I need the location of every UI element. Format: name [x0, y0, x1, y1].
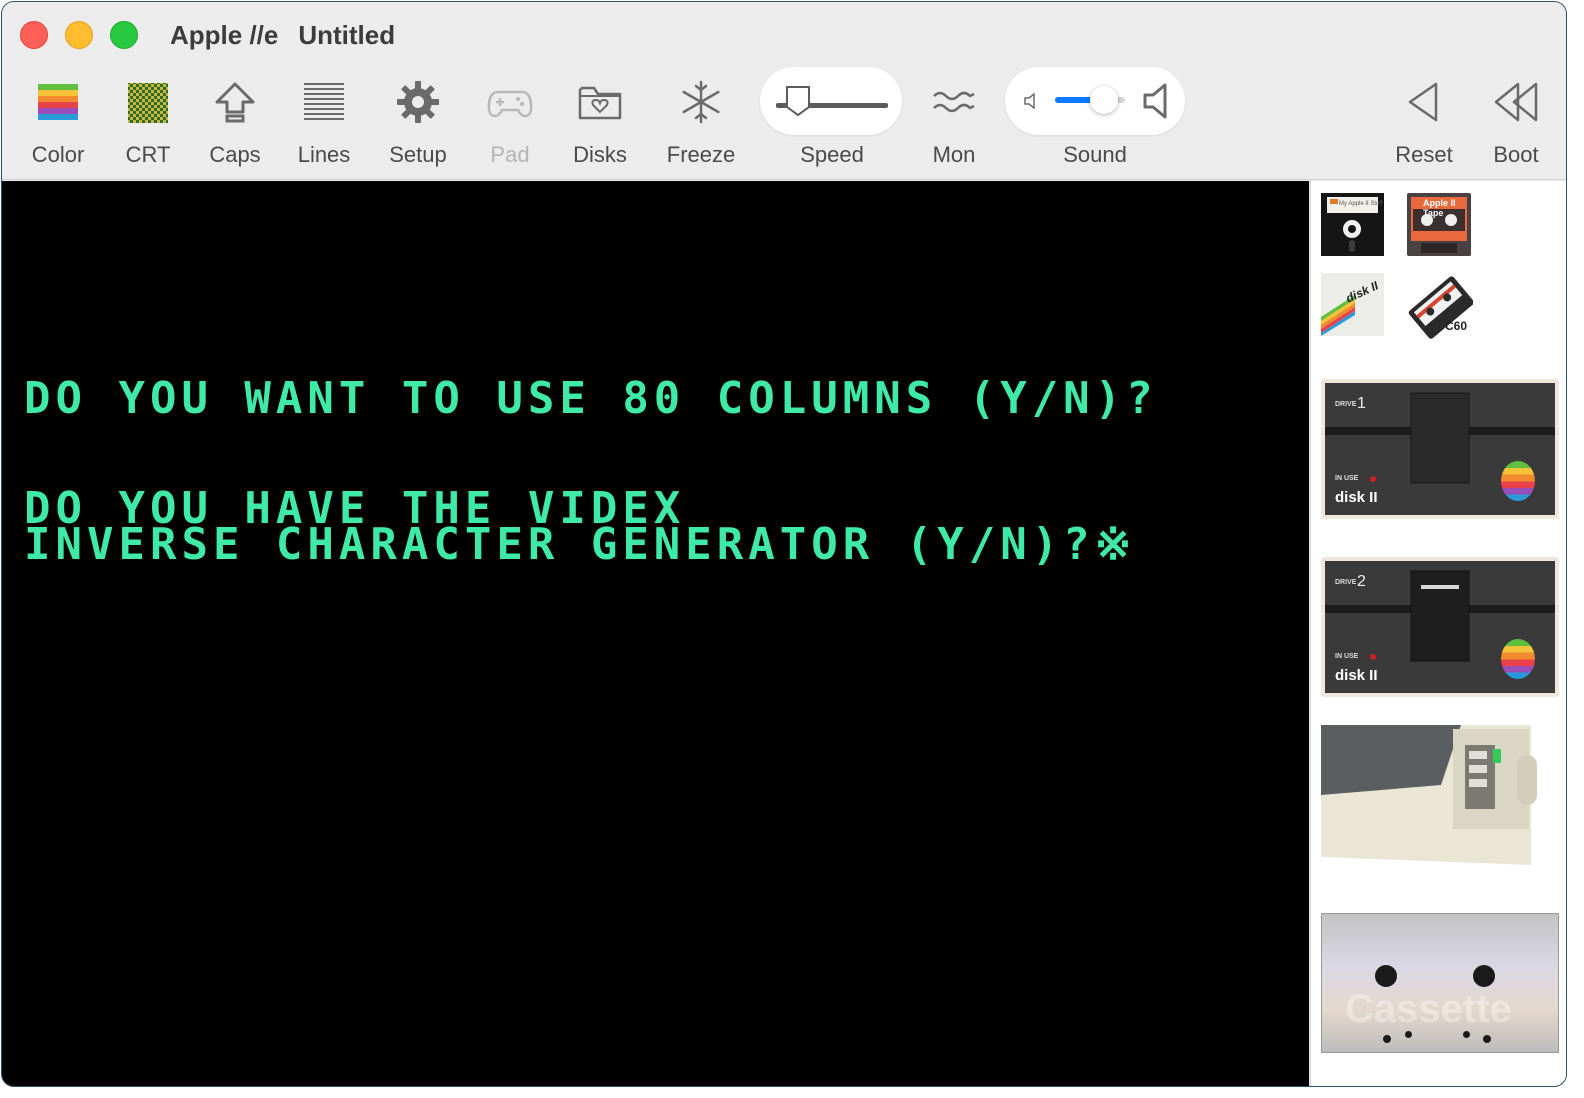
crt-button[interactable]: CRT [116, 76, 180, 172]
cassette-deck-label: Cassette [1345, 987, 1512, 1031]
screen-line-1: DO YOU WANT TO USE 80 COLUMNS (Y/N)? [24, 373, 1158, 424]
pad-button[interactable]: Pad [478, 76, 542, 172]
freeze-label: Freeze [666, 142, 736, 167]
app-name: Apple //e [170, 20, 279, 50]
rainbow-apple-logo-icon [1501, 461, 1535, 501]
printer-image [1321, 725, 1537, 865]
caps-button[interactable]: Caps [203, 76, 267, 172]
emulator-screen[interactable]: DO YOU WANT TO USE 80 COLUMNS (Y/N)? DO … [2, 181, 1309, 1086]
speed-caption: Speed [792, 76, 872, 172]
screen-line-3-text: INVERSE CHARACTER GENERATOR (Y/N)? [24, 519, 1095, 570]
cassette-hole-icon [1463, 1031, 1470, 1038]
drive-1-brand: disk II [1335, 489, 1378, 506]
peripherals-sidebar: My Apple II Stuff Apple II Tape disk II … [1310, 181, 1566, 1086]
window-controls [20, 21, 138, 49]
floppy-disk-media[interactable]: My Apple II Stuff [1321, 193, 1384, 256]
caps-label: Caps [209, 142, 261, 167]
setup-label: Setup [389, 142, 447, 167]
floppy-label: My Apple II Stuff [1339, 201, 1383, 207]
snowflake-icon [682, 80, 720, 124]
cassette-label: C60 [1445, 319, 1468, 333]
document-name: Untitled [298, 20, 396, 50]
cassette-hole-icon [1483, 1035, 1491, 1043]
drive-2-brand: disk II [1335, 667, 1378, 684]
drive-2-in-use: IN USE [1335, 653, 1359, 660]
cassette-reel-left-icon [1375, 965, 1397, 987]
gear-icon [397, 81, 439, 123]
caps-lock-icon [215, 82, 255, 123]
reset-button[interactable]: Reset [1392, 76, 1456, 172]
boot-label: Boot [1493, 142, 1539, 167]
disks-label: Disks [573, 142, 627, 167]
cassette-reel-right-icon [1473, 965, 1495, 987]
color-button[interactable]: Color [26, 76, 90, 172]
waveform-icon [933, 91, 975, 113]
speaker-high-icon [1143, 83, 1167, 119]
drive-1-in-use: IN USE [1335, 475, 1359, 482]
mon-button[interactable]: Mon [922, 76, 986, 172]
lines-label: Lines [297, 142, 351, 167]
disk-drive-1[interactable]: DRIVE 1 IN USE disk II [1321, 379, 1559, 519]
app-window: Apple //e Untitled Color CRT Caps Lines … [1, 1, 1567, 1087]
toolbar: Apple //e Untitled Color CRT Caps Lines … [2, 2, 1566, 180]
setup-button[interactable]: Setup [386, 76, 450, 172]
lines-button[interactable]: Lines [292, 76, 356, 172]
tape-label: Apple II Tape [1423, 198, 1456, 218]
drive-2-number: 2 [1357, 573, 1366, 590]
speed-label: Speed [800, 142, 864, 167]
tape-media[interactable]: Apple II Tape [1407, 193, 1471, 256]
cassette-deck-body [1321, 913, 1559, 1053]
sound-label: Sound [1063, 142, 1127, 167]
c60-cassette-media[interactable]: C60 [1407, 273, 1474, 339]
gamepad-icon [487, 90, 533, 118]
cassette-hole-icon [1405, 1031, 1412, 1038]
folder-heart-icon [578, 86, 622, 120]
text-cursor: ※ [1094, 519, 1137, 570]
cassette-deck-device[interactable]: Cassette [1321, 913, 1559, 1053]
triangle-left-icon [1408, 82, 1438, 122]
rainbow-apple-logo-icon [1501, 639, 1535, 679]
cassette-hole-icon [1383, 1035, 1391, 1043]
speaker-low-icon [1024, 92, 1035, 110]
screen-line-3: INVERSE CHARACTER GENERATOR (Y/N)?※ [24, 523, 1137, 567]
pad-label: Pad [490, 142, 530, 167]
printer-device[interactable] [1321, 725, 1549, 883]
close-window-button[interactable] [20, 21, 48, 49]
disk-sleeve-media[interactable]: disk II [1321, 273, 1384, 336]
disks-button[interactable]: Disks [568, 76, 632, 172]
zoom-window-button[interactable] [110, 21, 138, 49]
mon-label: Mon [932, 142, 976, 167]
color-label: Color [31, 142, 85, 167]
disk-drive-2[interactable]: DRIVE 2 IN USE disk II [1321, 557, 1559, 697]
drive-1-text: DRIVE [1335, 401, 1357, 408]
freeze-button[interactable]: Freeze [666, 76, 736, 172]
double-triangle-left-icon [1494, 82, 1538, 122]
boot-button[interactable]: Boot [1484, 76, 1548, 172]
drive-2-text: DRIVE [1335, 579, 1357, 586]
reset-label: Reset [1395, 142, 1453, 167]
crt-label: CRT [125, 142, 171, 167]
sound-caption: Sound [1055, 76, 1135, 172]
scanlines-icon [304, 83, 344, 120]
minimize-window-button[interactable] [65, 21, 93, 49]
crt-pattern-icon [128, 83, 168, 123]
color-stripes-icon [38, 84, 78, 120]
window-title: Apple //e Untitled [170, 20, 395, 51]
drive-1-number: 1 [1357, 395, 1366, 412]
